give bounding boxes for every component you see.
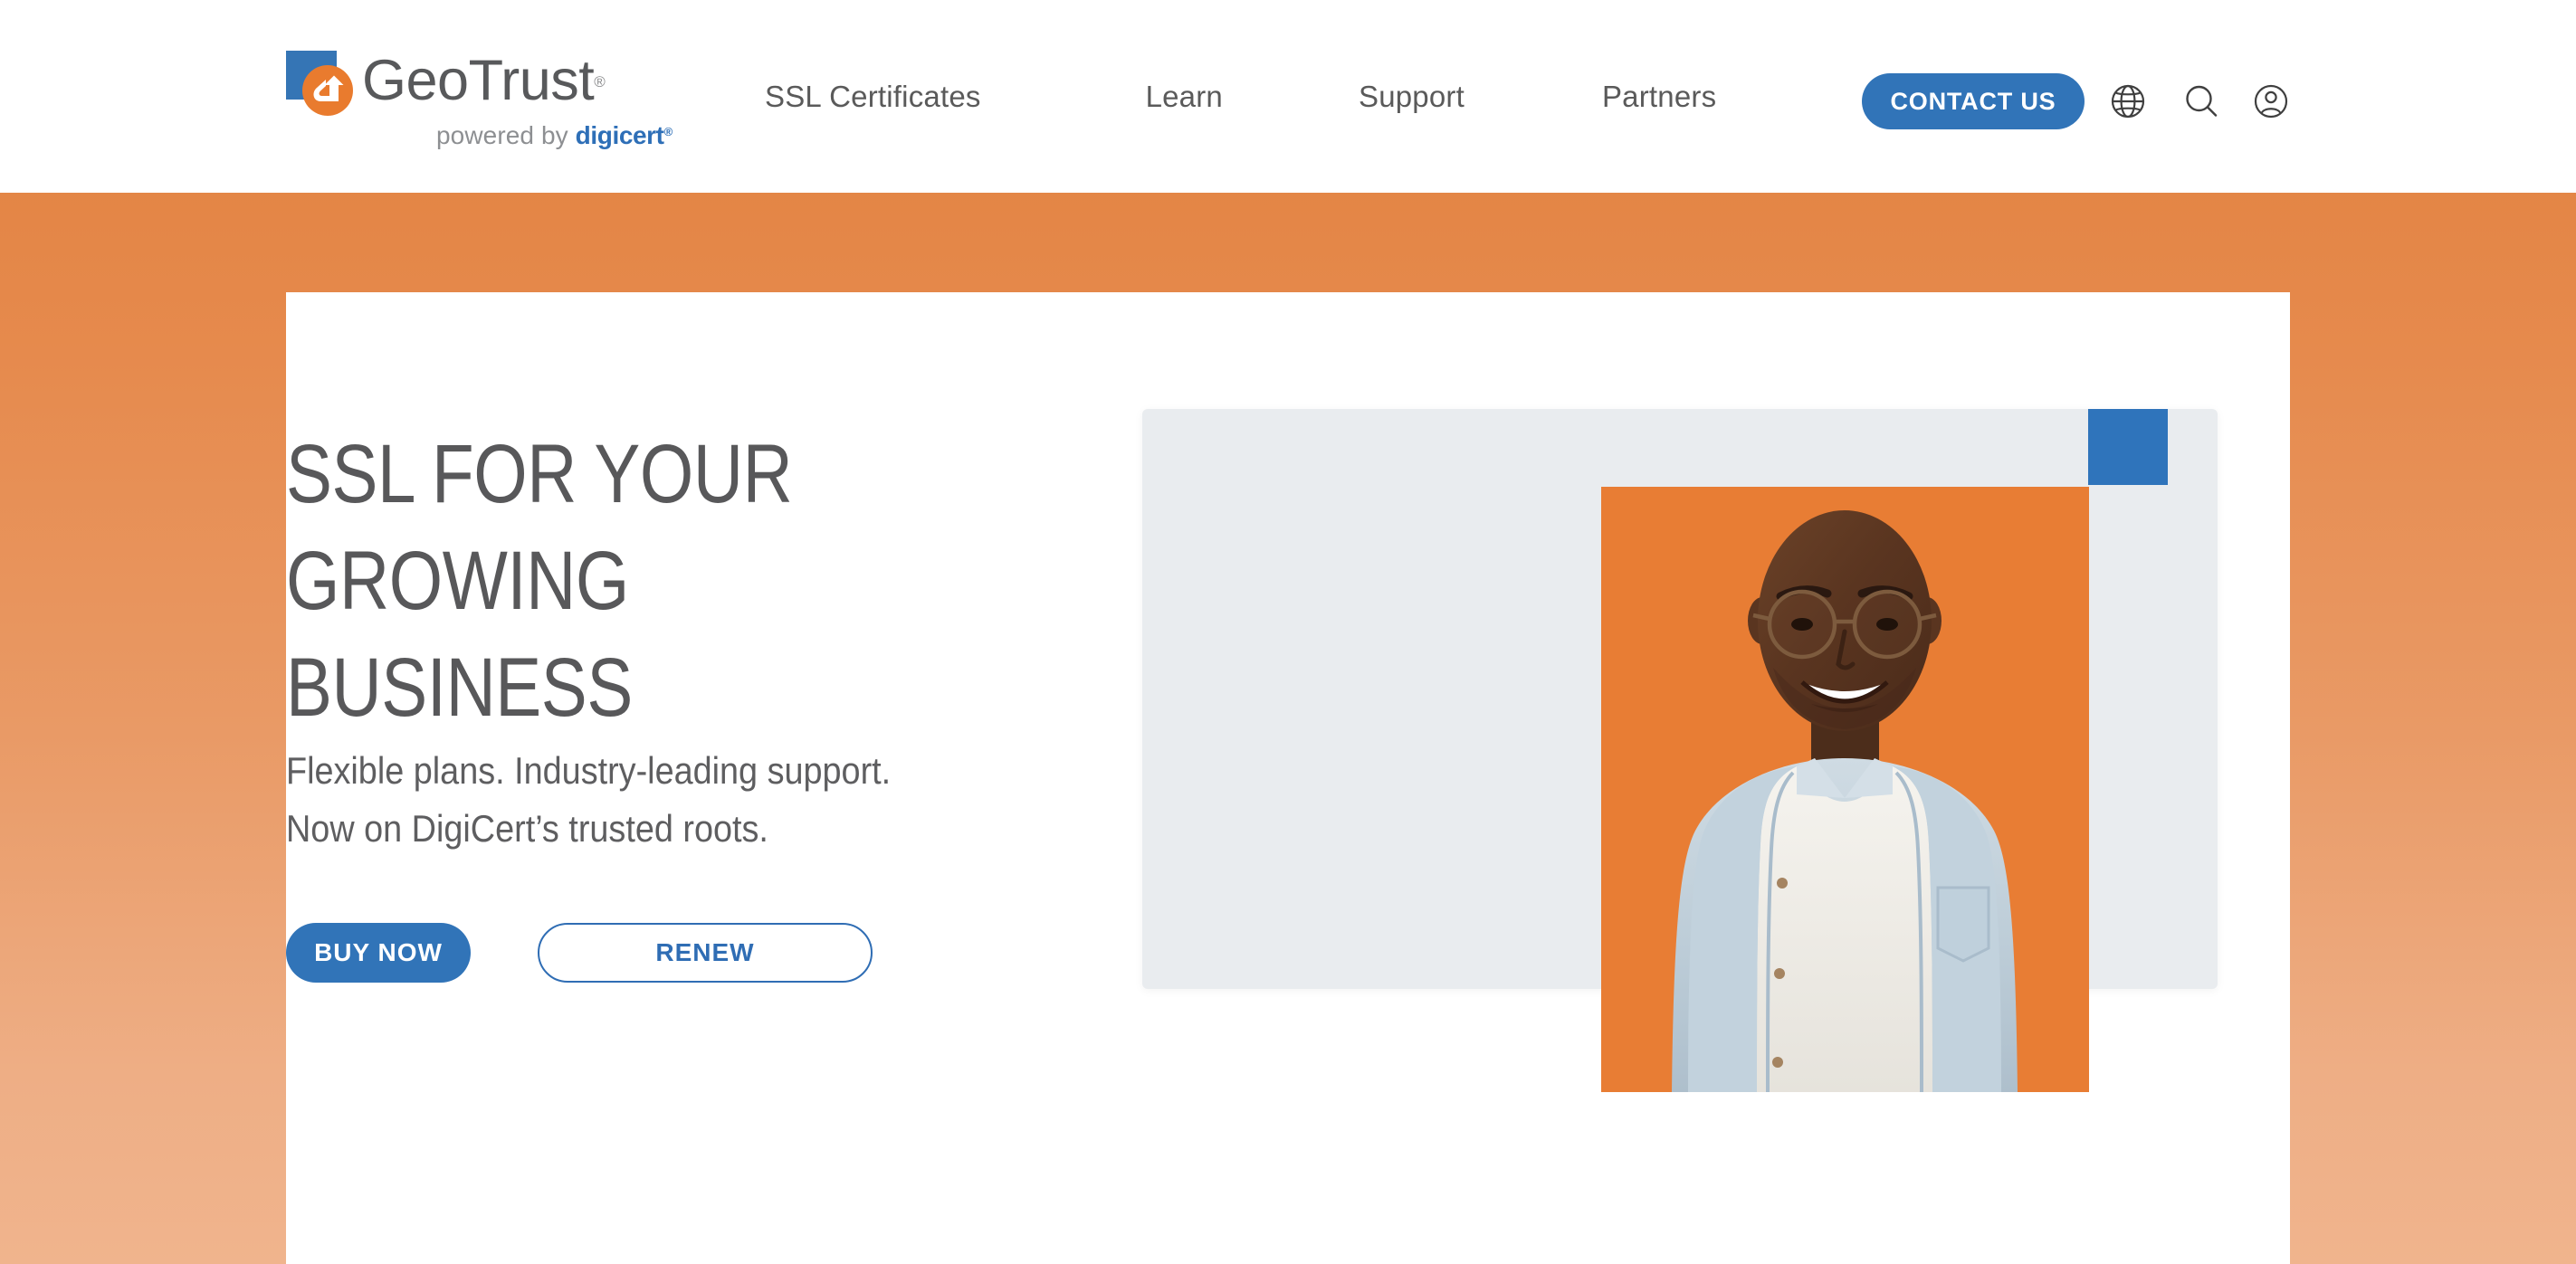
page-root: GeoTrust® powered by digicert® SSL Certi…	[0, 0, 2576, 1264]
nav-item-learn[interactable]: Learn	[1146, 80, 1223, 114]
nav-item-ssl-certificates[interactable]: SSL Certificates	[765, 80, 981, 114]
hero-photo-block	[1601, 487, 2089, 1092]
digicert-brandmark: digicert®	[575, 121, 673, 149]
site-header: GeoTrust® powered by digicert® SSL Certi…	[0, 0, 2576, 193]
globe-icon[interactable]	[2108, 81, 2148, 121]
buy-now-button[interactable]: BUY NOW	[286, 923, 471, 983]
account-icon[interactable]	[2251, 81, 2291, 121]
contact-us-button[interactable]: CONTACT US	[1862, 73, 2085, 129]
hero-cta-row: BUY NOW RENEW	[286, 923, 873, 983]
primary-navigation: SSL Certificates Learn Support Partners	[765, 74, 1716, 119]
logo-wordmark: GeoTrust®	[362, 49, 606, 112]
geotrust-logo-mark-icon	[286, 51, 353, 116]
search-icon[interactable]	[2181, 81, 2221, 121]
registered-mark: ®	[594, 73, 606, 90]
renew-button[interactable]: RENEW	[538, 923, 873, 983]
hero-subhead: Flexible plans. Industry-leading support…	[286, 749, 892, 850]
hero-card: SSL FOR YOUR GROWING BUSINESS Flexible p…	[286, 292, 2290, 1264]
geotrust-logo[interactable]: GeoTrust® powered by digicert®	[286, 49, 675, 149]
nav-item-support[interactable]: Support	[1359, 80, 1465, 114]
hero-person-illustration	[1601, 487, 2089, 1092]
hero-blue-accent-square	[2088, 409, 2168, 485]
logo-tagline: powered by digicert®	[436, 121, 673, 149]
arrow-glyph-icon	[313, 75, 344, 101]
hero-headline: SSL FOR YOUR GROWING BUSINESS	[286, 428, 793, 734]
nav-item-partners[interactable]: Partners	[1602, 80, 1716, 114]
